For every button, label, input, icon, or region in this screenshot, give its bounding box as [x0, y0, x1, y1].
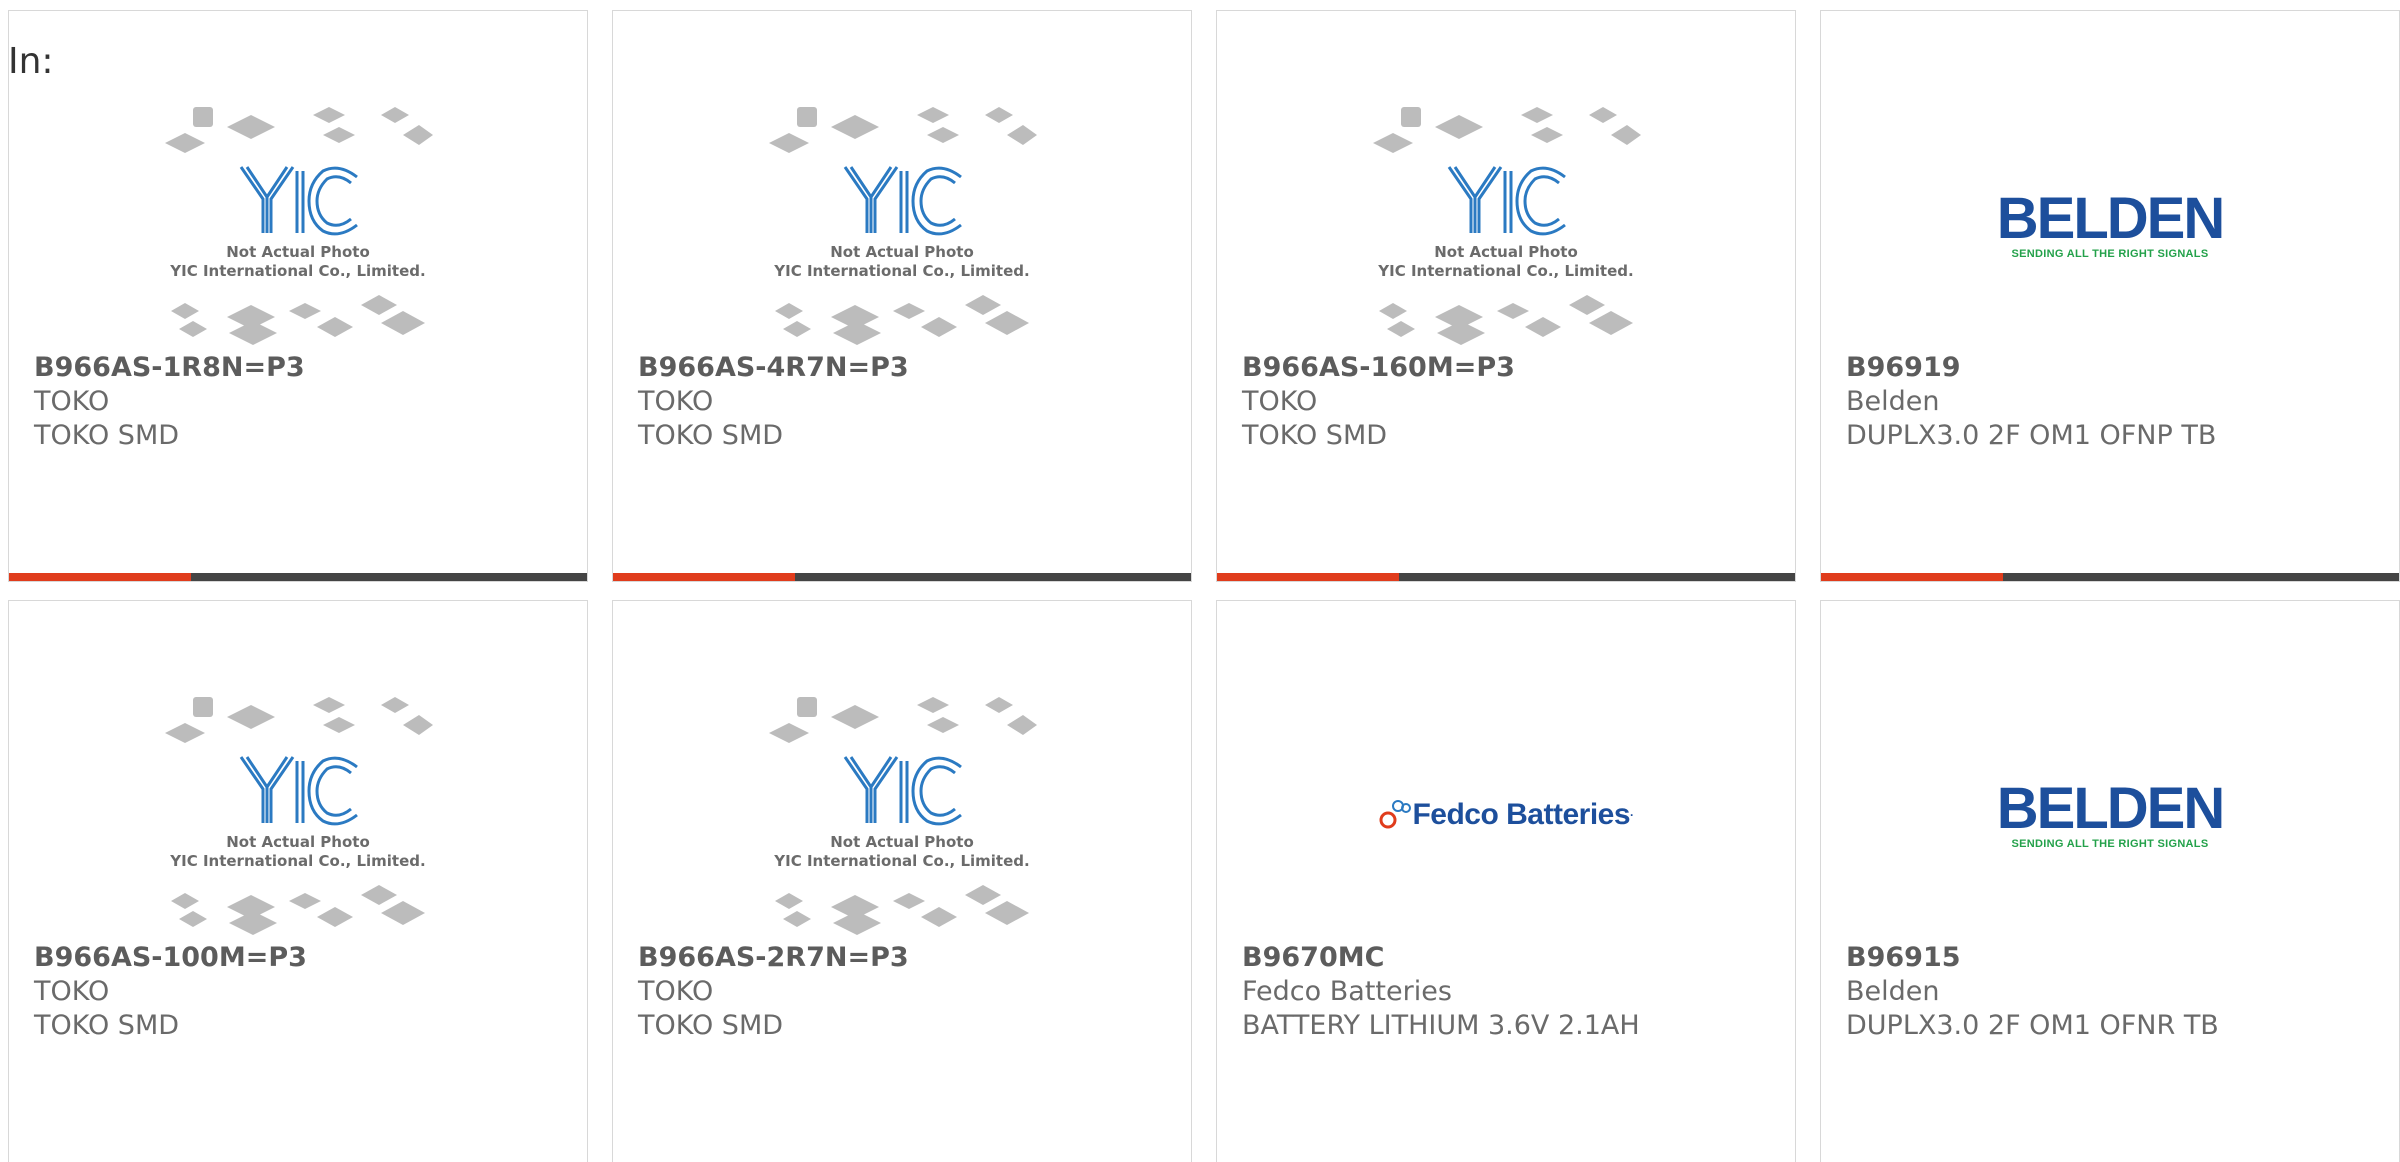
placeholder-caption-line1: Not Actual Photo [226, 833, 370, 851]
part-number[interactable]: B96919 [1846, 351, 2379, 385]
placeholder-caption-line1: Not Actual Photo [830, 243, 974, 261]
description: TOKO SMD [1242, 420, 1388, 451]
product-thumbnail: Fedco Batteries · [1217, 689, 1795, 941]
product-info: B96919 Belden DUPLX3.0 2F OM1 OFNP TB [1846, 351, 2379, 453]
part-number[interactable]: B966AS-4R7N=P3 [638, 351, 1171, 385]
product-info: B966AS-160M=P3 TOKO TOKO SMD [1242, 351, 1775, 453]
product-card[interactable]: Not Actual Photo YIC International Co., … [612, 600, 1192, 1162]
manufacturer: TOKO [34, 386, 110, 417]
accent-bar-segment [613, 573, 795, 581]
product-thumbnail: Not Actual Photo YIC International Co., … [613, 99, 1191, 351]
accent-bar-segment [9, 573, 191, 581]
product-card[interactable]: BELDEN SENDING ALL THE RIGHT SIGNALS B96… [1820, 10, 2400, 582]
product-thumbnail: BELDEN SENDING ALL THE RIGHT SIGNALS [1821, 99, 2399, 351]
not-actual-photo-image: Not Actual Photo YIC International Co., … [165, 697, 433, 935]
belden-logo-tagline: SENDING ALL THE RIGHT SIGNALS [2011, 838, 2209, 850]
belden-logo-word: BELDEN [1996, 186, 2225, 251]
placeholder-caption-line1: Not Actual Photo [1434, 243, 1578, 261]
part-number[interactable]: B966AS-1R8N=P3 [34, 351, 567, 385]
product-card[interactable]: Not Actual Photo YIC International Co., … [1216, 10, 1796, 582]
part-number[interactable]: B96915 [1846, 941, 2379, 975]
part-number[interactable]: B966AS-2R7N=P3 [638, 941, 1171, 975]
page: In: Not Actual Photo YIC International C… [0, 0, 2400, 1162]
description: TOKO SMD [34, 420, 180, 451]
product-card[interactable]: Not Actual Photo YIC International Co., … [612, 10, 1192, 582]
manufacturer: TOKO [638, 386, 714, 417]
not-actual-photo-image: Not Actual Photo YIC International Co., … [1373, 107, 1641, 345]
accent-bar-segment [1821, 573, 2003, 581]
description: TOKO SMD [638, 1010, 784, 1041]
belden-logo: BELDEN SENDING ALL THE RIGHT SIGNALS [1996, 186, 2225, 261]
part-number[interactable]: B9670MC [1242, 941, 1775, 975]
description: DUPLX3.0 2F OM1 OFNP TB [1846, 420, 2217, 451]
not-actual-photo-image: Not Actual Photo YIC International Co., … [165, 107, 433, 345]
product-card[interactable]: Not Actual Photo YIC International Co., … [8, 10, 588, 582]
product-info: B96915 Belden DUPLX3.0 2F OM1 OFNR TB [1846, 941, 2379, 1043]
product-thumbnail: BELDEN SENDING ALL THE RIGHT SIGNALS [1821, 689, 2399, 941]
fedco-logo-word: Fedco Batteries [1412, 798, 1631, 831]
manufacturer: Fedco Batteries [1242, 976, 1452, 1007]
product-info: B9670MC Fedco Batteries BATTERY LITHIUM … [1242, 941, 1775, 1043]
part-number[interactable]: B966AS-100M=P3 [34, 941, 567, 975]
product-thumbnail: Not Actual Photo YIC International Co., … [9, 99, 587, 351]
product-grid: Not Actual Photo YIC International Co., … [8, 10, 2400, 1162]
placeholder-caption-line1: Not Actual Photo [830, 833, 974, 851]
placeholder-caption-line2: YIC International Co., Limited. [773, 262, 1029, 280]
belden-logo-tagline: SENDING ALL THE RIGHT SIGNALS [2011, 248, 2209, 260]
placeholder-caption-line2: YIC International Co., Limited. [169, 262, 425, 280]
product-card[interactable]: BELDEN SENDING ALL THE RIGHT SIGNALS B96… [1820, 600, 2400, 1162]
fedco-logo-icon [1379, 800, 1412, 829]
placeholder-caption-line2: YIC International Co., Limited. [1377, 262, 1633, 280]
product-thumbnail: Not Actual Photo YIC International Co., … [9, 689, 587, 941]
card-accent-bar [613, 573, 1191, 581]
description: TOKO SMD [638, 420, 784, 451]
product-thumbnail: Not Actual Photo YIC International Co., … [613, 689, 1191, 941]
card-accent-bar [9, 573, 587, 581]
placeholder-caption-line1: Not Actual Photo [226, 243, 370, 261]
description: DUPLX3.0 2F OM1 OFNR TB [1846, 1010, 2219, 1041]
not-actual-photo-image: Not Actual Photo YIC International Co., … [769, 697, 1037, 935]
manufacturer: TOKO [638, 976, 714, 1007]
description: BATTERY LITHIUM 3.6V 2.1AH [1242, 1010, 1640, 1041]
card-accent-bar [1821, 573, 2399, 581]
manufacturer: TOKO [34, 976, 110, 1007]
manufacturer: Belden [1846, 386, 1940, 417]
product-info: B966AS-2R7N=P3 TOKO TOKO SMD [638, 941, 1171, 1043]
card-accent-bar [1217, 573, 1795, 581]
product-card[interactable]: Fedco Batteries · B9670MC Fedco Batteries… [1216, 600, 1796, 1162]
part-number[interactable]: B966AS-160M=P3 [1242, 351, 1775, 385]
manufacturer: TOKO [1242, 386, 1318, 417]
belden-logo-word: BELDEN [1996, 776, 2225, 841]
in-label: In: [8, 41, 54, 82]
accent-bar-segment [1217, 573, 1399, 581]
fedco-batteries-logo: Fedco Batteries · [1378, 798, 1634, 832]
placeholder-caption-line2: YIC International Co., Limited. [169, 852, 425, 870]
product-info: B966AS-100M=P3 TOKO TOKO SMD [34, 941, 567, 1043]
manufacturer: Belden [1846, 976, 1940, 1007]
not-actual-photo-image: Not Actual Photo YIC International Co., … [769, 107, 1037, 345]
placeholder-caption-line2: YIC International Co., Limited. [773, 852, 1029, 870]
product-info: B966AS-1R8N=P3 TOKO TOKO SMD [34, 351, 567, 453]
product-card[interactable]: Not Actual Photo YIC International Co., … [8, 600, 588, 1162]
belden-logo: BELDEN SENDING ALL THE RIGHT SIGNALS [1996, 776, 2225, 851]
product-info: B966AS-4R7N=P3 TOKO TOKO SMD [638, 351, 1171, 453]
product-thumbnail: Not Actual Photo YIC International Co., … [1217, 99, 1795, 351]
description: TOKO SMD [34, 1010, 180, 1041]
